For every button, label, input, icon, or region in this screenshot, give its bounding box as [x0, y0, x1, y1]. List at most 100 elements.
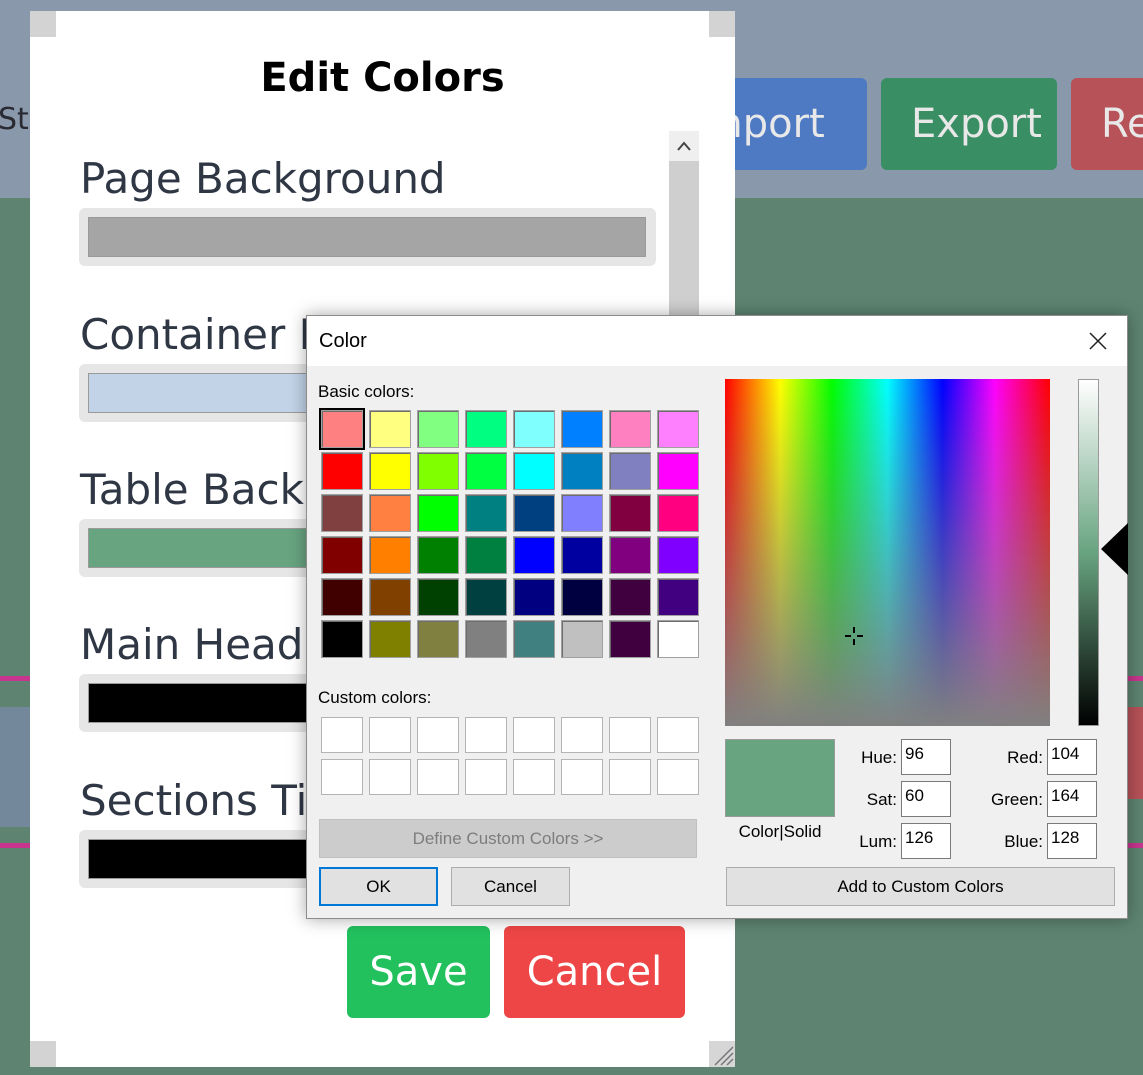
- scroll-up-button[interactable]: [669, 131, 699, 161]
- save-button[interactable]: Save: [347, 926, 490, 1018]
- luminosity-arrow-icon[interactable]: [1101, 523, 1128, 575]
- basic-color-swatch[interactable]: [513, 620, 555, 658]
- basic-color-swatch[interactable]: [609, 410, 651, 448]
- color-preview-label: Color|Solid: [738, 822, 822, 841]
- basic-color-swatch[interactable]: [561, 410, 603, 448]
- basic-color-swatch[interactable]: [465, 578, 507, 616]
- basic-color-swatch[interactable]: [465, 620, 507, 658]
- basic-color-swatch[interactable]: [609, 452, 651, 490]
- basic-color-swatch[interactable]: [609, 494, 651, 532]
- basic-color-swatch[interactable]: [465, 494, 507, 532]
- basic-color-swatch[interactable]: [369, 410, 411, 448]
- basic-color-swatch[interactable]: [369, 452, 411, 490]
- basic-color-swatch[interactable]: [369, 578, 411, 616]
- add-to-custom-colors-button[interactable]: Add to Custom Colors: [726, 867, 1115, 906]
- basic-color-swatch[interactable]: [561, 620, 603, 658]
- color-swatch[interactable]: [88, 217, 646, 257]
- basic-color-swatch[interactable]: [657, 578, 699, 616]
- scrollbar[interactable]: [669, 131, 699, 331]
- dialog-cancel-button[interactable]: Cancel: [451, 867, 570, 906]
- color-picker-dialog: Color Basic colors: Custom colors: Defin…: [306, 315, 1128, 919]
- hue-input[interactable]: 96: [901, 739, 951, 775]
- blue-input[interactable]: 128: [1047, 823, 1097, 859]
- basic-color-swatch[interactable]: [417, 494, 459, 532]
- basic-color-swatch[interactable]: [321, 536, 363, 574]
- red-input[interactable]: 104: [1047, 739, 1097, 775]
- dialog-titlebar[interactable]: Color: [307, 316, 1127, 366]
- basic-color-swatch[interactable]: [321, 452, 363, 490]
- basic-color-swatch[interactable]: [513, 452, 555, 490]
- custom-color-swatch[interactable]: [465, 759, 507, 795]
- custom-color-swatch[interactable]: [321, 717, 363, 753]
- basic-color-swatch[interactable]: [417, 452, 459, 490]
- custom-colors-grid: [321, 717, 699, 795]
- basic-color-swatch[interactable]: [513, 410, 555, 448]
- basic-color-swatch[interactable]: [657, 620, 699, 658]
- basic-color-swatch[interactable]: [321, 578, 363, 616]
- basic-color-swatch[interactable]: [657, 536, 699, 574]
- resize-grip-icon: [714, 1046, 734, 1066]
- basic-color-swatch[interactable]: [369, 620, 411, 658]
- basic-color-swatch[interactable]: [561, 452, 603, 490]
- close-button[interactable]: [1083, 326, 1113, 356]
- basic-color-swatch[interactable]: [609, 578, 651, 616]
- custom-color-swatch[interactable]: [609, 759, 651, 795]
- blue-label: Blue:: [1004, 832, 1043, 851]
- cancel-button[interactable]: Cancel: [504, 926, 685, 1018]
- close-icon: [1089, 332, 1107, 350]
- custom-color-swatch[interactable]: [513, 717, 555, 753]
- custom-color-swatch[interactable]: [465, 717, 507, 753]
- basic-color-swatch[interactable]: [561, 578, 603, 616]
- basic-color-swatch[interactable]: [465, 410, 507, 448]
- sat-input[interactable]: 60: [901, 781, 951, 817]
- color-field-page-background[interactable]: [79, 208, 656, 266]
- custom-color-swatch[interactable]: [657, 717, 699, 753]
- field-label-sections-title: Sections Titl: [80, 776, 336, 825]
- reset-button[interactable]: Re: [1071, 78, 1143, 170]
- basic-color-swatch[interactable]: [369, 494, 411, 532]
- custom-color-swatch[interactable]: [369, 717, 411, 753]
- export-button[interactable]: Export: [881, 78, 1057, 170]
- basic-color-swatch[interactable]: [513, 578, 555, 616]
- basic-color-swatch[interactable]: [513, 536, 555, 574]
- basic-color-swatch[interactable]: [321, 494, 363, 532]
- custom-color-swatch[interactable]: [417, 759, 459, 795]
- custom-color-swatch[interactable]: [657, 759, 699, 795]
- basic-color-swatch[interactable]: [561, 536, 603, 574]
- resize-grip[interactable]: [709, 1041, 735, 1067]
- basic-color-swatch[interactable]: [561, 494, 603, 532]
- basic-color-swatch[interactable]: [513, 494, 555, 532]
- basic-color-swatch[interactable]: [417, 410, 459, 448]
- color-spectrum[interactable]: [725, 379, 1050, 726]
- custom-color-swatch[interactable]: [321, 759, 363, 795]
- custom-colors-label: Custom colors:: [318, 688, 432, 707]
- red-label: Red:: [1007, 748, 1043, 767]
- custom-color-swatch[interactable]: [561, 717, 603, 753]
- basic-color-swatch[interactable]: [657, 452, 699, 490]
- background-panel: [0, 707, 30, 827]
- sat-label: Sat:: [866, 790, 897, 809]
- basic-color-swatch[interactable]: [609, 536, 651, 574]
- basic-color-swatch[interactable]: [657, 494, 699, 532]
- basic-color-swatch[interactable]: [465, 452, 507, 490]
- custom-color-swatch[interactable]: [609, 717, 651, 753]
- custom-color-swatch[interactable]: [561, 759, 603, 795]
- basic-color-swatch[interactable]: [321, 620, 363, 658]
- luminosity-slider[interactable]: [1078, 379, 1099, 726]
- basic-color-swatch[interactable]: [417, 620, 459, 658]
- green-input[interactable]: 164: [1047, 781, 1097, 817]
- basic-color-swatch[interactable]: [369, 536, 411, 574]
- modal-title: Edit Colors: [260, 55, 505, 101]
- custom-color-swatch[interactable]: [417, 717, 459, 753]
- basic-colors-label: Basic colors:: [318, 382, 415, 401]
- custom-color-swatch[interactable]: [369, 759, 411, 795]
- basic-color-swatch[interactable]: [609, 620, 651, 658]
- ok-button[interactable]: OK: [319, 867, 438, 906]
- lum-input[interactable]: 126: [901, 823, 951, 859]
- basic-color-swatch[interactable]: [657, 410, 699, 448]
- basic-color-swatch[interactable]: [417, 578, 459, 616]
- basic-color-swatch[interactable]: [319, 408, 365, 450]
- basic-color-swatch[interactable]: [465, 536, 507, 574]
- basic-color-swatch[interactable]: [417, 536, 459, 574]
- custom-color-swatch[interactable]: [513, 759, 555, 795]
